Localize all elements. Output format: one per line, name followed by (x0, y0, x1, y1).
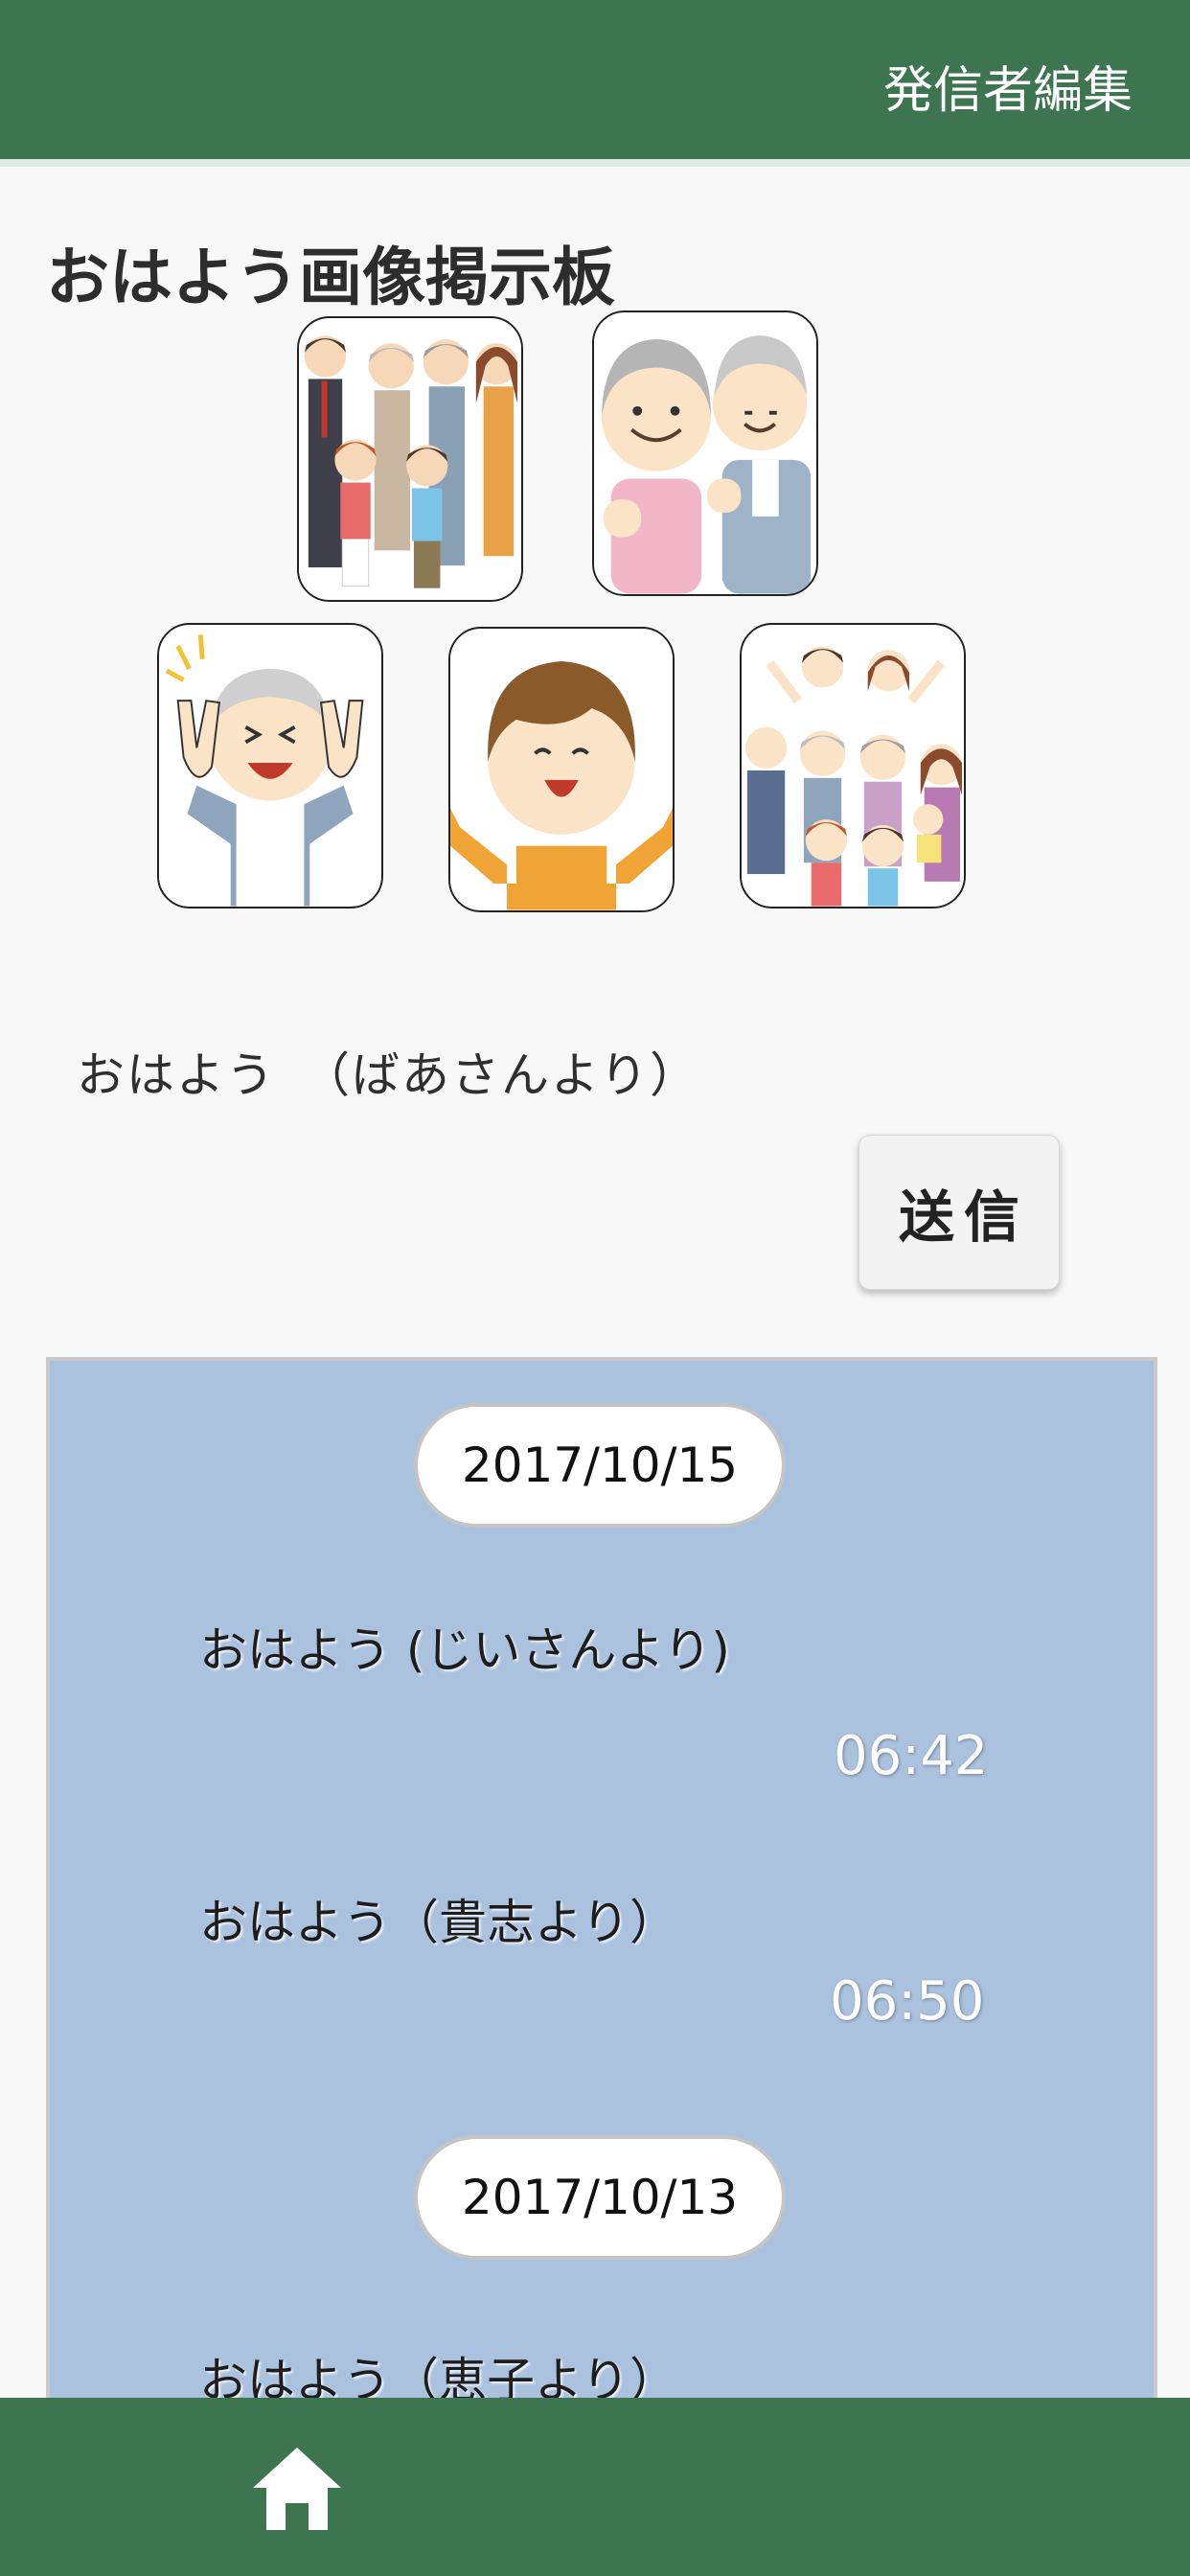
stamp-big-family[interactable] (740, 623, 966, 908)
edit-senders-button[interactable]: 発信者編集 (883, 50, 1133, 122)
home-icon (253, 2448, 341, 2530)
message-board[interactable]: 2017/10/15 おはよう (じいさんより) 06:42 おはよう（貴志より… (46, 1357, 1157, 2411)
stamp-boy-cheer[interactable] (448, 627, 675, 912)
stamp-family-group[interactable] (297, 316, 523, 602)
big-family-illustration (742, 625, 964, 907)
selected-message-text: おはよう （ばあさんより） (77, 1047, 699, 1103)
message-text: おはよう (じいさんより) (199, 1622, 730, 1678)
grandpa-peace-illustration (159, 625, 381, 907)
boy-cheer-illustration (450, 629, 673, 910)
message-time: 06:50 (830, 1970, 985, 2033)
family-group-illustration (299, 318, 521, 600)
top-app-bar: 発信者編集 (0, 0, 1190, 167)
grandparents-illustration (594, 312, 816, 594)
bottom-nav-bar (0, 2398, 1190, 2576)
message-text: おはよう（貴志より） (199, 1895, 677, 1950)
date-badge: 2017/10/13 (414, 2135, 786, 2260)
date-badge: 2017/10/15 (414, 1403, 786, 1528)
page-title: おはよう画像掲示板 (46, 241, 615, 314)
send-button[interactable]: 送信 (858, 1135, 1060, 1290)
stamp-grandparents[interactable] (592, 310, 818, 596)
message-time: 06:42 (834, 1725, 989, 1787)
stamp-grandpa-peace[interactable] (157, 623, 383, 908)
home-button[interactable] (249, 2442, 345, 2538)
